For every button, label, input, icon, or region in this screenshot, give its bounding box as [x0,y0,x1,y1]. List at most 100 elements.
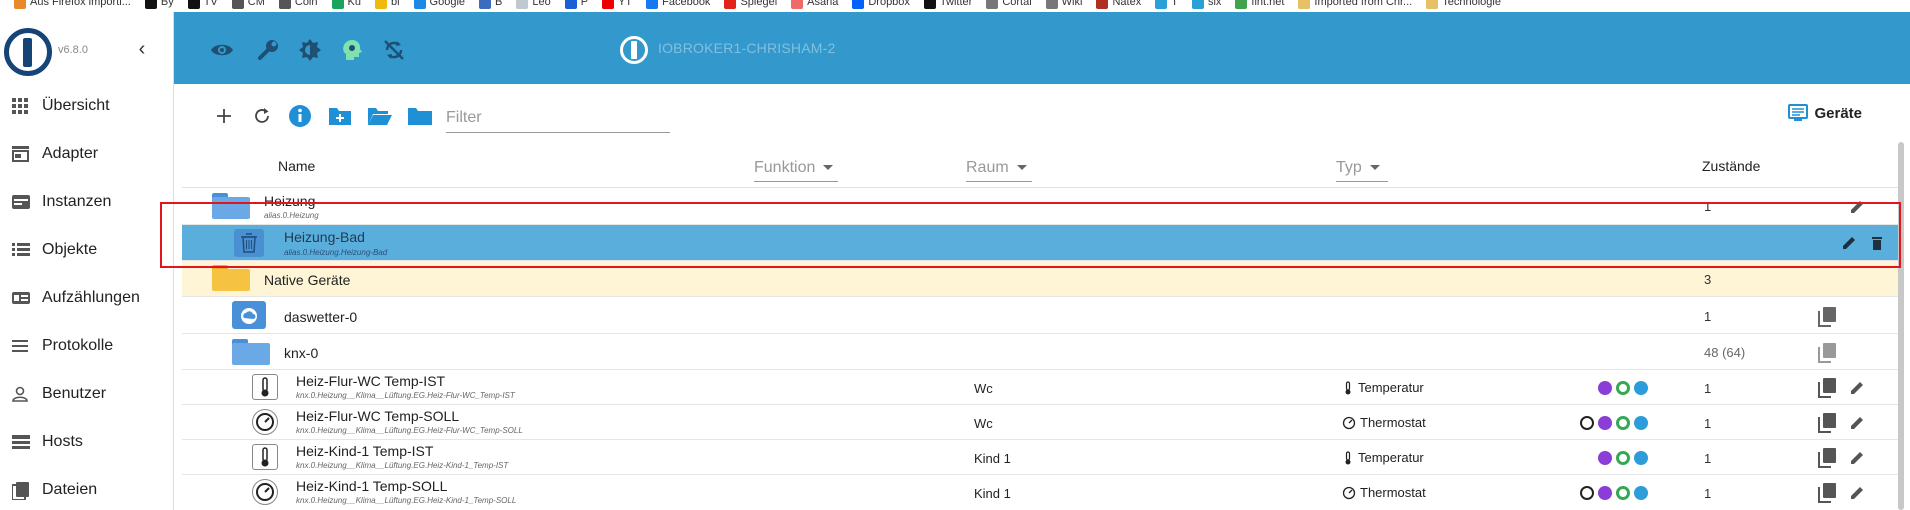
host-title: IOBROKER1-CHRISHAM-2 [658,40,836,56]
bookmark-label: Coin [294,0,318,8]
bookmark-item[interactable]: B [479,0,502,9]
copy-icon[interactable] [1818,483,1836,503]
bookmark-favicon-icon [231,0,244,9]
refresh-button[interactable] [248,102,276,130]
thermostat-small-icon [1342,486,1356,500]
bookmark-item[interactable]: T [1155,0,1178,9]
copy-icon[interactable] [1818,448,1836,468]
column-name-header: Name [278,158,316,174]
raum-filter[interactable]: Raum [966,154,1032,182]
sidebar-item-dateien[interactable]: Dateien [0,470,174,510]
edit-icon[interactable] [1848,414,1866,432]
table-row[interactable]: Heiz-Flur-WC Temp-SOLL knx.0.Heizung__Kl… [182,405,1902,440]
edit-icon[interactable] [1848,379,1866,397]
sidebar-item-objekte[interactable]: Objekte [0,230,174,270]
bookmark-item[interactable]: fint.net [1235,0,1284,9]
theme-icon[interactable] [298,38,322,62]
bookmark-item[interactable]: Leo [516,0,551,9]
bookmark-item[interactable]: Coin [278,0,318,9]
bookmark-item[interactable]: CM [231,0,265,9]
add-button[interactable] [210,102,238,130]
user-icon [12,386,30,402]
copy-icon[interactable] [1818,413,1836,433]
filter-input[interactable] [446,103,670,133]
bookmark-item[interactable]: P [564,0,588,9]
bookmark-item[interactable]: By [144,0,174,9]
bookmark-item[interactable]: Natex [1096,0,1141,9]
sync-off-icon[interactable] [382,38,406,62]
sidebar-item-aufzaehlungen[interactable]: Aufzählungen [0,278,174,318]
sidebar-item-uebersicht[interactable]: Übersicht [0,86,174,126]
bookmark-favicon-icon [602,0,615,9]
bookmark-label: Ku [347,0,361,8]
folder-button[interactable] [406,102,434,130]
bookmark-item[interactable]: Imported from Chr... [1298,0,1412,9]
row-states: 48 (64) [1704,345,1746,360]
table-row[interactable]: Heiz-Kind-1 Temp-IST knx.0.Heizung__Klim… [182,440,1902,475]
row-room: Wc [974,381,993,396]
bookmark-item[interactable]: Ku [331,0,361,9]
typ-filter[interactable]: Typ [1336,154,1388,182]
sidebar-item-instanzen[interactable]: Instanzen [0,182,174,222]
bookmark-item[interactable]: Aus Firefox importi... [14,0,131,9]
thermometer-icon [252,374,278,400]
bookmark-item[interactable]: six [1191,0,1221,9]
bookmark-item[interactable]: YT [602,0,632,9]
add-folder-button[interactable] [326,102,354,130]
highlight-box [160,202,1901,268]
table-row[interactable]: daswetter-0 1 [182,297,1902,334]
iobroker-logo[interactable] [4,28,52,76]
eye-icon[interactable] [210,38,234,62]
vertical-scrollbar[interactable] [1898,142,1904,510]
edit-icon[interactable] [1848,484,1866,502]
table-row[interactable]: Heiz-Kind-1 Temp-SOLL knx.0.Heizung__Kli… [182,475,1902,510]
sidebar-item-adapter[interactable]: Adapter [0,134,174,174]
sidebar-item-label: Aufzählungen [42,289,140,306]
version-label: v6.8.0 [58,44,88,56]
edit-icon[interactable] [1848,449,1866,467]
bookmark-item[interactable]: Facebook [646,0,710,9]
expert-mode-icon[interactable] [340,38,364,62]
bookmark-label: Google [429,0,466,8]
devices-view-button[interactable]: Geräte [1788,104,1862,122]
row-type: Temperatur [1342,380,1424,395]
row-room: Kind 1 [974,486,1011,501]
smart-assistants [1580,416,1648,430]
table-row[interactable]: Heiz-Flur-WC Temp-IST knx.0.Heizung__Kli… [182,370,1902,405]
open-folder-button[interactable] [366,102,394,130]
bookmark-item[interactable]: Dropbox [852,0,910,9]
bookmark-favicon-icon [1191,0,1204,9]
info-button[interactable] [286,102,314,130]
collapse-sidebar-button[interactable]: ‹ [132,39,152,60]
bookmark-favicon-icon [791,0,804,9]
bookmark-item[interactable]: Asana [791,0,838,9]
bookmark-item[interactable]: Technologie [1426,0,1501,9]
bookmark-item[interactable]: bi [374,0,400,9]
bookmark-label: YT [618,0,633,8]
bookmark-item[interactable]: TV [187,0,218,9]
copy-icon[interactable] [1818,343,1836,363]
wrench-icon[interactable] [256,38,280,62]
dropdown-arrow-icon [823,165,834,170]
funktion-filter[interactable]: Funktion [754,154,838,182]
bookmark-item[interactable]: Wiki [1045,0,1082,9]
sidebar-item-protokolle[interactable]: Protokolle [0,326,174,366]
bookmark-label: bi [390,0,400,8]
bookmark-item[interactable]: Spiegel [724,0,777,9]
row-type-label: Temperatur [1358,450,1424,465]
bookmark-item[interactable]: Cortal [986,0,1032,9]
table-row[interactable]: knx-0 48 (64) [182,334,1902,370]
row-states: 1 [1704,486,1712,501]
copy-icon[interactable] [1818,378,1836,398]
weather-adapter-icon [232,301,266,329]
row-name: Heiz-Kind-1 Temp-IST [296,443,434,459]
copy-icon[interactable] [1818,307,1836,327]
google-icon [1616,451,1630,465]
list-icon [12,242,30,258]
bookmark-item[interactable]: Google [413,0,466,9]
sidebar-item-hosts[interactable]: Hosts [0,422,174,462]
bookmark-item[interactable]: Twitter [923,0,972,9]
alexa-icon [1598,451,1612,465]
bookmark-label: Technologie [1442,0,1501,8]
sidebar-item-benutzer[interactable]: Benutzer [0,374,174,414]
